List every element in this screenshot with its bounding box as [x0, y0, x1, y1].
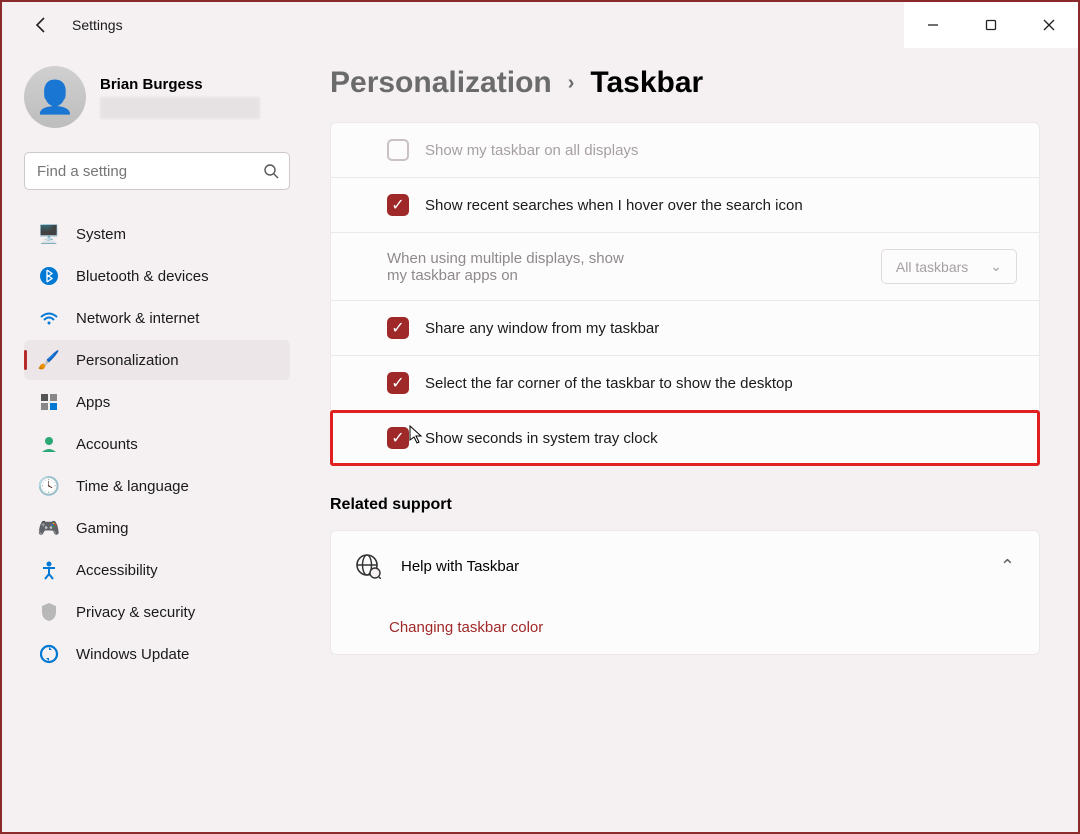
cursor-icon [409, 425, 425, 445]
setting-share-window[interactable]: ✓ Share any window from my taskbar [331, 301, 1039, 356]
sidebar-item-label: Bluetooth & devices [76, 268, 209, 285]
setting-label: Select the far corner of the taskbar to … [425, 375, 1017, 392]
breadcrumb-parent[interactable]: Personalization [330, 66, 552, 100]
minimize-button[interactable] [904, 2, 962, 48]
settings-card: Show my taskbar on all displays ✓ Show r… [330, 122, 1040, 466]
user-block[interactable]: 👤 Brian Burgess [24, 66, 290, 128]
sidebar-item-label: Network & internet [76, 310, 199, 327]
sidebar-item-label: Accessibility [76, 562, 158, 579]
sidebar-item-bluetooth[interactable]: Bluetooth & devices [24, 256, 290, 296]
sidebar-item-label: Privacy & security [76, 604, 195, 621]
sidebar-item-label: Windows Update [76, 646, 189, 663]
page-title: Taskbar [590, 66, 703, 100]
clock-globe-icon: 🕓 [38, 475, 60, 497]
checkbox-checked[interactable]: ✓ [387, 317, 409, 339]
main-panel: Personalization › Taskbar Show my taskba… [302, 48, 1078, 832]
setting-all-displays: Show my taskbar on all displays [331, 123, 1039, 178]
search-icon [263, 163, 279, 179]
setting-label: Show my taskbar on all displays [425, 142, 1017, 159]
setting-multi-displays: When using multiple displays, show my ta… [331, 233, 1039, 301]
sidebar-item-network[interactable]: Network & internet [24, 298, 290, 338]
accessibility-icon [38, 559, 60, 581]
sidebar: 👤 Brian Burgess 🖥️ System Bluetooth & dev… [2, 48, 302, 832]
update-icon [38, 643, 60, 665]
wifi-icon [38, 307, 60, 329]
shield-icon [38, 601, 60, 623]
checkbox-checked[interactable]: ✓ [387, 427, 409, 449]
sidebar-item-privacy[interactable]: Privacy & security [24, 592, 290, 632]
avatar: 👤 [24, 66, 86, 128]
sidebar-item-apps[interactable]: Apps [24, 382, 290, 422]
bluetooth-icon [38, 265, 60, 287]
sidebar-item-label: Gaming [76, 520, 129, 537]
nav-list: 🖥️ System Bluetooth & devices Network & i… [24, 214, 290, 674]
breadcrumb: Personalization › Taskbar [330, 66, 1040, 100]
setting-label: Share any window from my taskbar [425, 320, 1017, 337]
user-email [100, 97, 260, 119]
checkbox-checked[interactable]: ✓ [387, 372, 409, 394]
display-icon: 🖥️ [38, 223, 60, 245]
link-changing-taskbar-color[interactable]: Changing taskbar color [331, 601, 1039, 654]
globe-help-icon [355, 553, 381, 579]
checkbox-unchecked [387, 139, 409, 161]
close-button[interactable] [1020, 2, 1078, 48]
sidebar-item-gaming[interactable]: 🎮 Gaming [24, 508, 290, 548]
sidebar-item-system[interactable]: 🖥️ System [24, 214, 290, 254]
dropdown-value: All taskbars [896, 259, 968, 275]
user-name: Brian Burgess [100, 76, 260, 93]
help-label: Help with Taskbar [401, 558, 980, 575]
back-button[interactable] [24, 7, 60, 43]
setting-label: When using multiple displays, show my ta… [387, 250, 647, 284]
setting-label: Show seconds in system tray clock [425, 430, 1017, 447]
sidebar-item-accessibility[interactable]: Accessibility [24, 550, 290, 590]
taskbar-apps-dropdown: All taskbars ⌄ [881, 249, 1017, 284]
sidebar-item-accounts[interactable]: Accounts [24, 424, 290, 464]
sidebar-item-personalization[interactable]: 🖌️ Personalization [24, 340, 290, 380]
sidebar-item-update[interactable]: Windows Update [24, 634, 290, 674]
chevron-down-icon: ⌄ [990, 258, 1002, 275]
app-title: Settings [72, 17, 123, 33]
gamepad-icon: 🎮 [38, 517, 60, 539]
setting-show-seconds[interactable]: ✓ Show seconds in system tray clock [331, 411, 1039, 465]
help-card: Help with Taskbar ⌃ Changing taskbar col… [330, 530, 1040, 655]
search-box[interactable] [24, 152, 290, 190]
chevron-right-icon: › [568, 72, 575, 95]
apps-icon [38, 391, 60, 413]
setting-recent-searches[interactable]: ✓ Show recent searches when I hover over… [331, 178, 1039, 233]
window-controls [904, 2, 1078, 48]
help-with-taskbar[interactable]: Help with Taskbar ⌃ [331, 531, 1039, 601]
related-support-title: Related support [330, 496, 1040, 514]
paintbrush-icon: 🖌️ [38, 349, 60, 371]
sidebar-item-time[interactable]: 🕓 Time & language [24, 466, 290, 506]
sidebar-item-label: Personalization [76, 352, 179, 369]
setting-far-corner[interactable]: ✓ Select the far corner of the taskbar t… [331, 356, 1039, 411]
maximize-button[interactable] [962, 2, 1020, 48]
checkbox-checked[interactable]: ✓ [387, 194, 409, 216]
sidebar-item-label: Time & language [76, 478, 189, 495]
setting-label: Show recent searches when I hover over t… [425, 197, 1017, 214]
person-icon [38, 433, 60, 455]
sidebar-item-label: System [76, 226, 126, 243]
sidebar-item-label: Apps [76, 394, 110, 411]
chevron-up-icon[interactable]: ⌃ [1000, 556, 1015, 577]
search-input[interactable] [37, 163, 263, 180]
sidebar-item-label: Accounts [76, 436, 138, 453]
